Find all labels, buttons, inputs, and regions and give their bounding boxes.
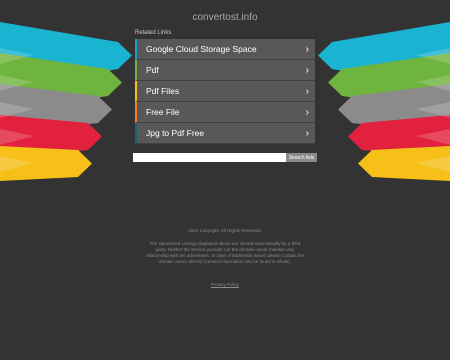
related-link-label: Free File [146,107,180,117]
related-link-label: Pdf [146,65,159,75]
related-link[interactable]: Google Cloud Storage Space › [135,39,315,60]
related-link[interactable]: Pdf › [135,60,315,81]
chevron-right-icon: › [305,106,309,118]
related-link-label: Google Cloud Storage Space [146,44,257,54]
search-ads-button[interactable]: Search Ads [286,153,317,162]
search-input[interactable] [133,153,286,162]
privacy-policy-link[interactable]: Privacy Policy [0,282,450,287]
related-link-label: Pdf Files [146,86,180,96]
chevron-right-icon: › [305,64,309,76]
related-links-list: Google Cloud Storage Space › Pdf › Pdf F… [135,39,315,144]
chevron-right-icon: › [305,85,309,97]
related-links-heading: Related Links [135,30,172,36]
copyright-text: 2021 Copyright. All Rights Reserved. [188,228,262,233]
related-link[interactable]: Jpg to Pdf Free › [135,123,315,144]
related-link[interactable]: Pdf Files › [135,81,315,102]
chevron-right-icon: › [305,43,309,55]
disclaimer-text: The Sponsored Listings displayed above a… [145,241,305,264]
search-bar: Search Ads [133,153,317,162]
chevron-right-icon: › [305,127,309,139]
related-link[interactable]: Free File › [135,102,315,123]
related-link-label: Jpg to Pdf Free [146,128,205,138]
